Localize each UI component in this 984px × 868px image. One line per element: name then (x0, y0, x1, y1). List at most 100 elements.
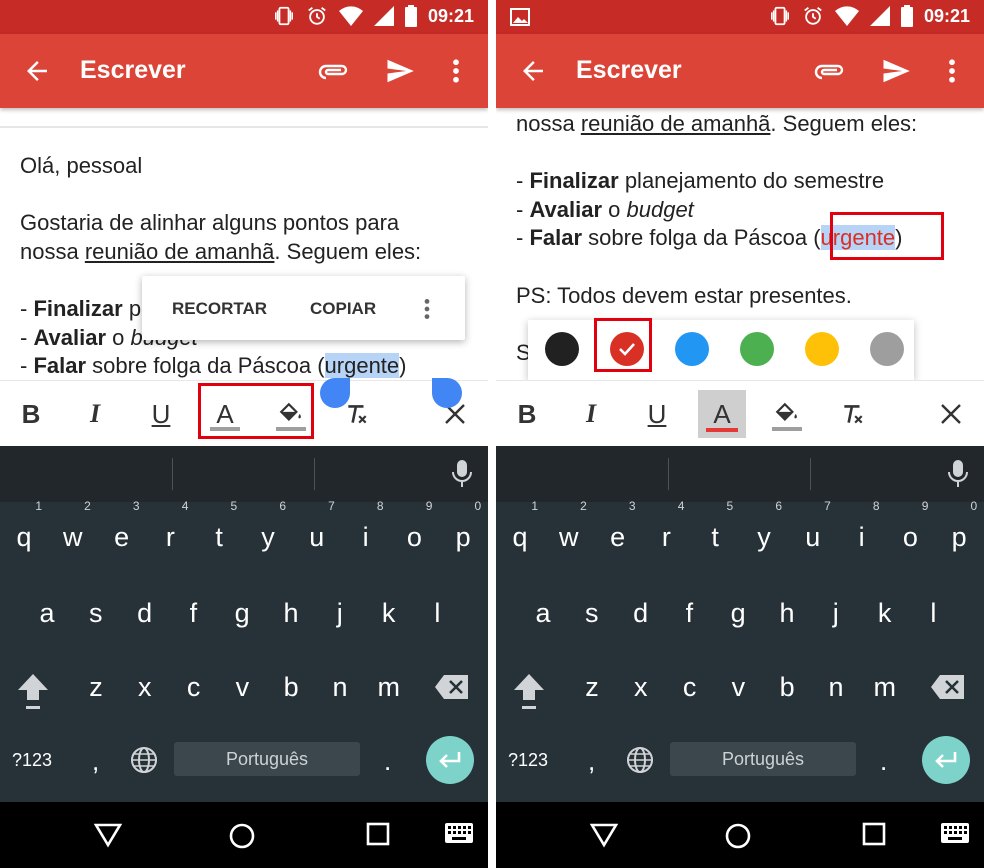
key-d[interactable]: d (617, 588, 665, 638)
mic-icon[interactable] (948, 460, 968, 488)
underline-button[interactable]: U (640, 397, 674, 431)
backspace-icon[interactable] (434, 674, 470, 700)
shift-icon[interactable] (16, 672, 50, 712)
key-p[interactable]: 0p (935, 500, 983, 562)
period-key[interactable]: . (384, 746, 391, 777)
key-e[interactable]: 3e (98, 500, 146, 562)
selection-handle-end[interactable] (432, 378, 462, 408)
space-key[interactable]: Português (670, 742, 856, 776)
color-swatch-yellow[interactable] (805, 332, 839, 366)
key-t[interactable]: 5t (195, 500, 243, 562)
back-arrow-icon[interactable] (22, 56, 52, 86)
comma-key[interactable]: , (588, 746, 595, 777)
key-f[interactable]: f (665, 588, 713, 638)
key-y[interactable]: 6y (244, 500, 292, 562)
globe-icon[interactable] (130, 746, 158, 774)
key-q[interactable]: 1q (0, 500, 48, 562)
key-x[interactable]: x (617, 662, 665, 712)
bold-button[interactable]: B (14, 397, 48, 431)
key-p[interactable]: 0p (439, 500, 487, 562)
back-nav-icon[interactable] (94, 822, 122, 848)
symbols-key[interactable]: ?123 (508, 750, 548, 771)
key-n[interactable]: n (316, 662, 364, 712)
back-arrow-icon[interactable] (518, 56, 548, 86)
symbols-key[interactable]: ?123 (12, 750, 52, 771)
highlight-color-button[interactable] (770, 397, 804, 431)
key-u[interactable]: 7u (789, 500, 837, 562)
message-text[interactable]: Olá, pessoal Gostaria de alinhar alguns … (20, 152, 478, 380)
key-c[interactable]: c (666, 662, 714, 712)
italic-button[interactable]: I (78, 397, 112, 431)
recents-nav-icon[interactable] (862, 822, 886, 846)
more-vert-icon[interactable] (944, 56, 960, 86)
key-g[interactable]: g (218, 588, 266, 638)
key-v[interactable]: v (218, 662, 266, 712)
key-y[interactable]: 6y (740, 500, 788, 562)
key-w[interactable]: 2w (49, 500, 97, 562)
selected-text[interactable]: urgente (324, 353, 400, 379)
key-c[interactable]: c (170, 662, 218, 712)
key-r[interactable]: 4r (642, 500, 690, 562)
recents-nav-icon[interactable] (366, 822, 390, 846)
key-g[interactable]: g (714, 588, 762, 638)
color-swatch-blue[interactable] (675, 332, 709, 366)
keyboard-switch-icon[interactable] (940, 822, 970, 844)
key-s[interactable]: s (72, 588, 120, 638)
key-b[interactable]: b (763, 662, 811, 712)
underline-button[interactable]: U (144, 397, 178, 431)
key-t[interactable]: 5t (691, 500, 739, 562)
clear-format-button[interactable] (836, 397, 870, 431)
attach-icon[interactable] (814, 58, 846, 84)
key-h[interactable]: h (267, 588, 315, 638)
key-q[interactable]: 1q (496, 500, 544, 562)
key-u[interactable]: 7u (293, 500, 341, 562)
selected-text[interactable]: urgente (820, 225, 896, 251)
key-z[interactable]: z (72, 662, 120, 712)
key-r[interactable]: 4r (146, 500, 194, 562)
text-color-button[interactable]: A (698, 390, 746, 438)
period-key[interactable]: . (880, 746, 887, 777)
key-e[interactable]: 3e (594, 500, 642, 562)
send-icon[interactable] (880, 56, 912, 86)
mic-icon[interactable] (452, 460, 472, 488)
highlight-color-button[interactable] (274, 397, 308, 431)
key-n[interactable]: n (812, 662, 860, 712)
key-k[interactable]: k (365, 588, 413, 638)
key-a[interactable]: a (23, 588, 71, 638)
key-h[interactable]: h (763, 588, 811, 638)
key-j[interactable]: j (316, 588, 364, 638)
key-o[interactable]: 9o (886, 500, 934, 562)
backspace-icon[interactable] (930, 674, 966, 700)
comma-key[interactable]: , (92, 746, 99, 777)
globe-icon[interactable] (626, 746, 654, 774)
back-nav-icon[interactable] (590, 822, 618, 848)
send-icon[interactable] (384, 56, 416, 86)
compose-body[interactable]: nossa reunião de amanhã. Seguem eles: - … (496, 108, 984, 380)
key-s[interactable]: s (568, 588, 616, 638)
selection-handle-start[interactable] (320, 378, 350, 408)
key-x[interactable]: x (121, 662, 169, 712)
key-i[interactable]: 8i (342, 500, 390, 562)
copy-button[interactable]: COPIAR (310, 299, 376, 319)
enter-key[interactable] (426, 736, 474, 784)
key-l[interactable]: l (413, 588, 461, 638)
key-f[interactable]: f (169, 588, 217, 638)
home-nav-icon[interactable] (228, 822, 256, 850)
key-j[interactable]: j (812, 588, 860, 638)
color-swatch-black[interactable] (545, 332, 579, 366)
attach-icon[interactable] (318, 58, 350, 84)
home-nav-icon[interactable] (724, 822, 752, 850)
key-m[interactable]: m (861, 662, 909, 712)
key-a[interactable]: a (519, 588, 567, 638)
enter-key[interactable] (922, 736, 970, 784)
space-key[interactable]: Português (174, 742, 360, 776)
key-o[interactable]: 9o (390, 500, 438, 562)
key-v[interactable]: v (714, 662, 762, 712)
key-w[interactable]: 2w (545, 500, 593, 562)
text-color-button[interactable]: A (208, 397, 242, 431)
more-vert-icon[interactable] (448, 56, 464, 86)
key-b[interactable]: b (267, 662, 315, 712)
bold-button[interactable]: B (510, 397, 544, 431)
italic-button[interactable]: I (574, 397, 608, 431)
color-swatch-gray[interactable] (870, 332, 904, 366)
